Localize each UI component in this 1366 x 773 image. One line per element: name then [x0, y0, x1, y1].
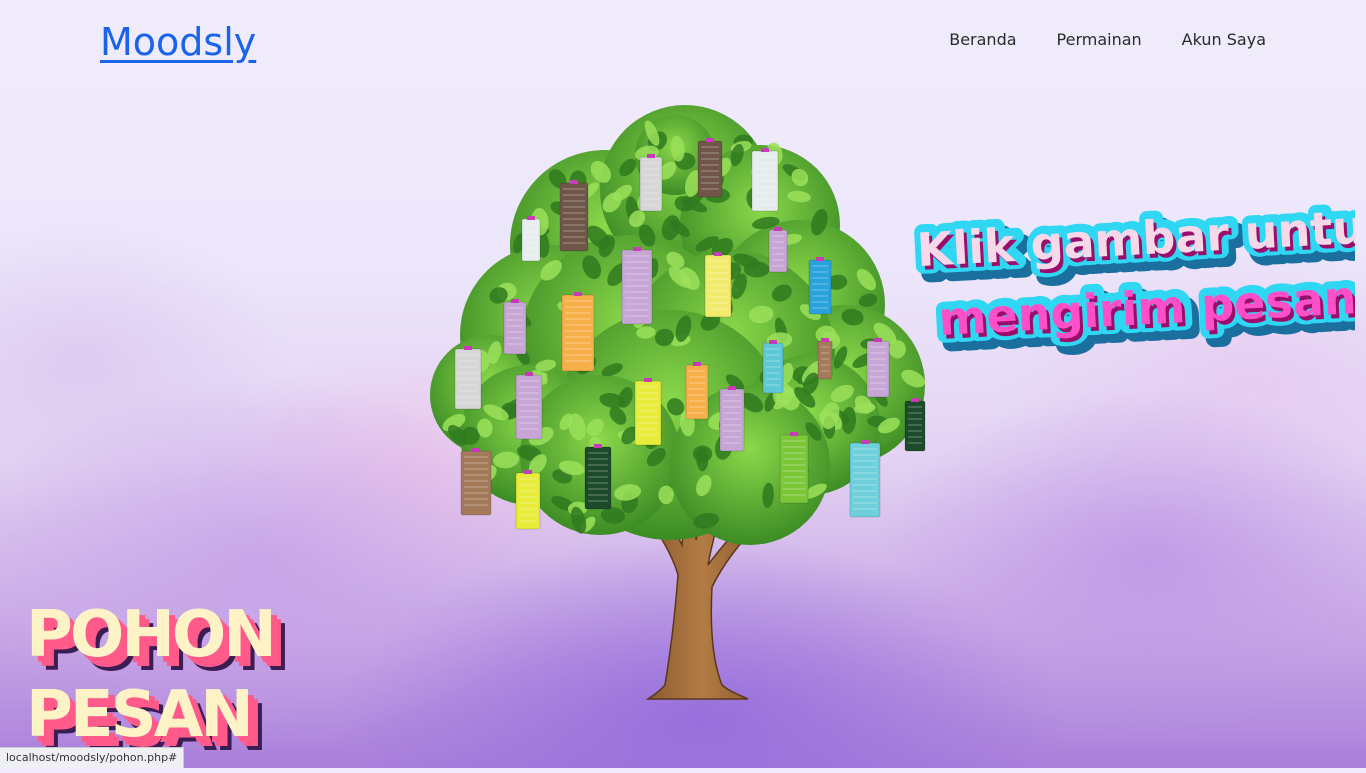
message-tag[interactable] — [866, 338, 890, 398]
message-tag[interactable] — [762, 340, 784, 394]
message-tag[interactable] — [515, 372, 543, 440]
message-tree[interactable] — [430, 95, 940, 700]
nav-link-akun-saya[interactable]: Akun Saya — [1182, 30, 1266, 49]
message-tag[interactable] — [719, 386, 745, 452]
cta-banner: Klik gambar untuk Klik gambar untuk Klik… — [905, 190, 1366, 375]
page-title: POHON POHON POHON POHON PESAN PESAN PESA… — [22, 598, 322, 768]
message-tag[interactable] — [779, 432, 809, 504]
nav-links: Beranda Permainan Akun Saya — [949, 30, 1266, 49]
message-tag[interactable] — [697, 138, 723, 198]
message-tag[interactable] — [685, 362, 709, 420]
message-tag[interactable] — [460, 448, 492, 516]
message-tag[interactable] — [584, 444, 612, 510]
title-line2: PESAN — [26, 678, 251, 752]
navbar: Moodsly Beranda Permainan Akun Saya — [0, 0, 1366, 90]
status-bar-url: localhost/moodsly/pohon.php# — [0, 747, 185, 768]
message-tag[interactable] — [817, 338, 833, 380]
leaf — [658, 485, 674, 505]
nav-link-permainan[interactable]: Permainan — [1057, 30, 1142, 49]
nav-link-beranda[interactable]: Beranda — [949, 30, 1016, 49]
message-tag[interactable] — [561, 292, 595, 372]
message-tag[interactable] — [768, 227, 788, 273]
message-tag[interactable] — [515, 470, 541, 530]
message-tag[interactable] — [454, 346, 482, 410]
message-tag[interactable] — [621, 247, 653, 325]
brand-logo-link[interactable]: Moodsly — [100, 20, 256, 64]
message-tag[interactable] — [704, 252, 732, 318]
title-line1: POHON — [26, 598, 274, 672]
message-tag[interactable] — [521, 216, 541, 262]
message-tag[interactable] — [503, 299, 527, 355]
tree-illustration[interactable] — [430, 95, 940, 700]
message-tag[interactable] — [849, 440, 881, 518]
message-tag[interactable] — [634, 378, 662, 446]
message-tag[interactable] — [751, 148, 779, 212]
message-tag[interactable] — [904, 398, 926, 452]
message-tag[interactable] — [639, 154, 663, 212]
message-tag[interactable] — [559, 180, 589, 252]
message-tag[interactable] — [808, 257, 832, 315]
